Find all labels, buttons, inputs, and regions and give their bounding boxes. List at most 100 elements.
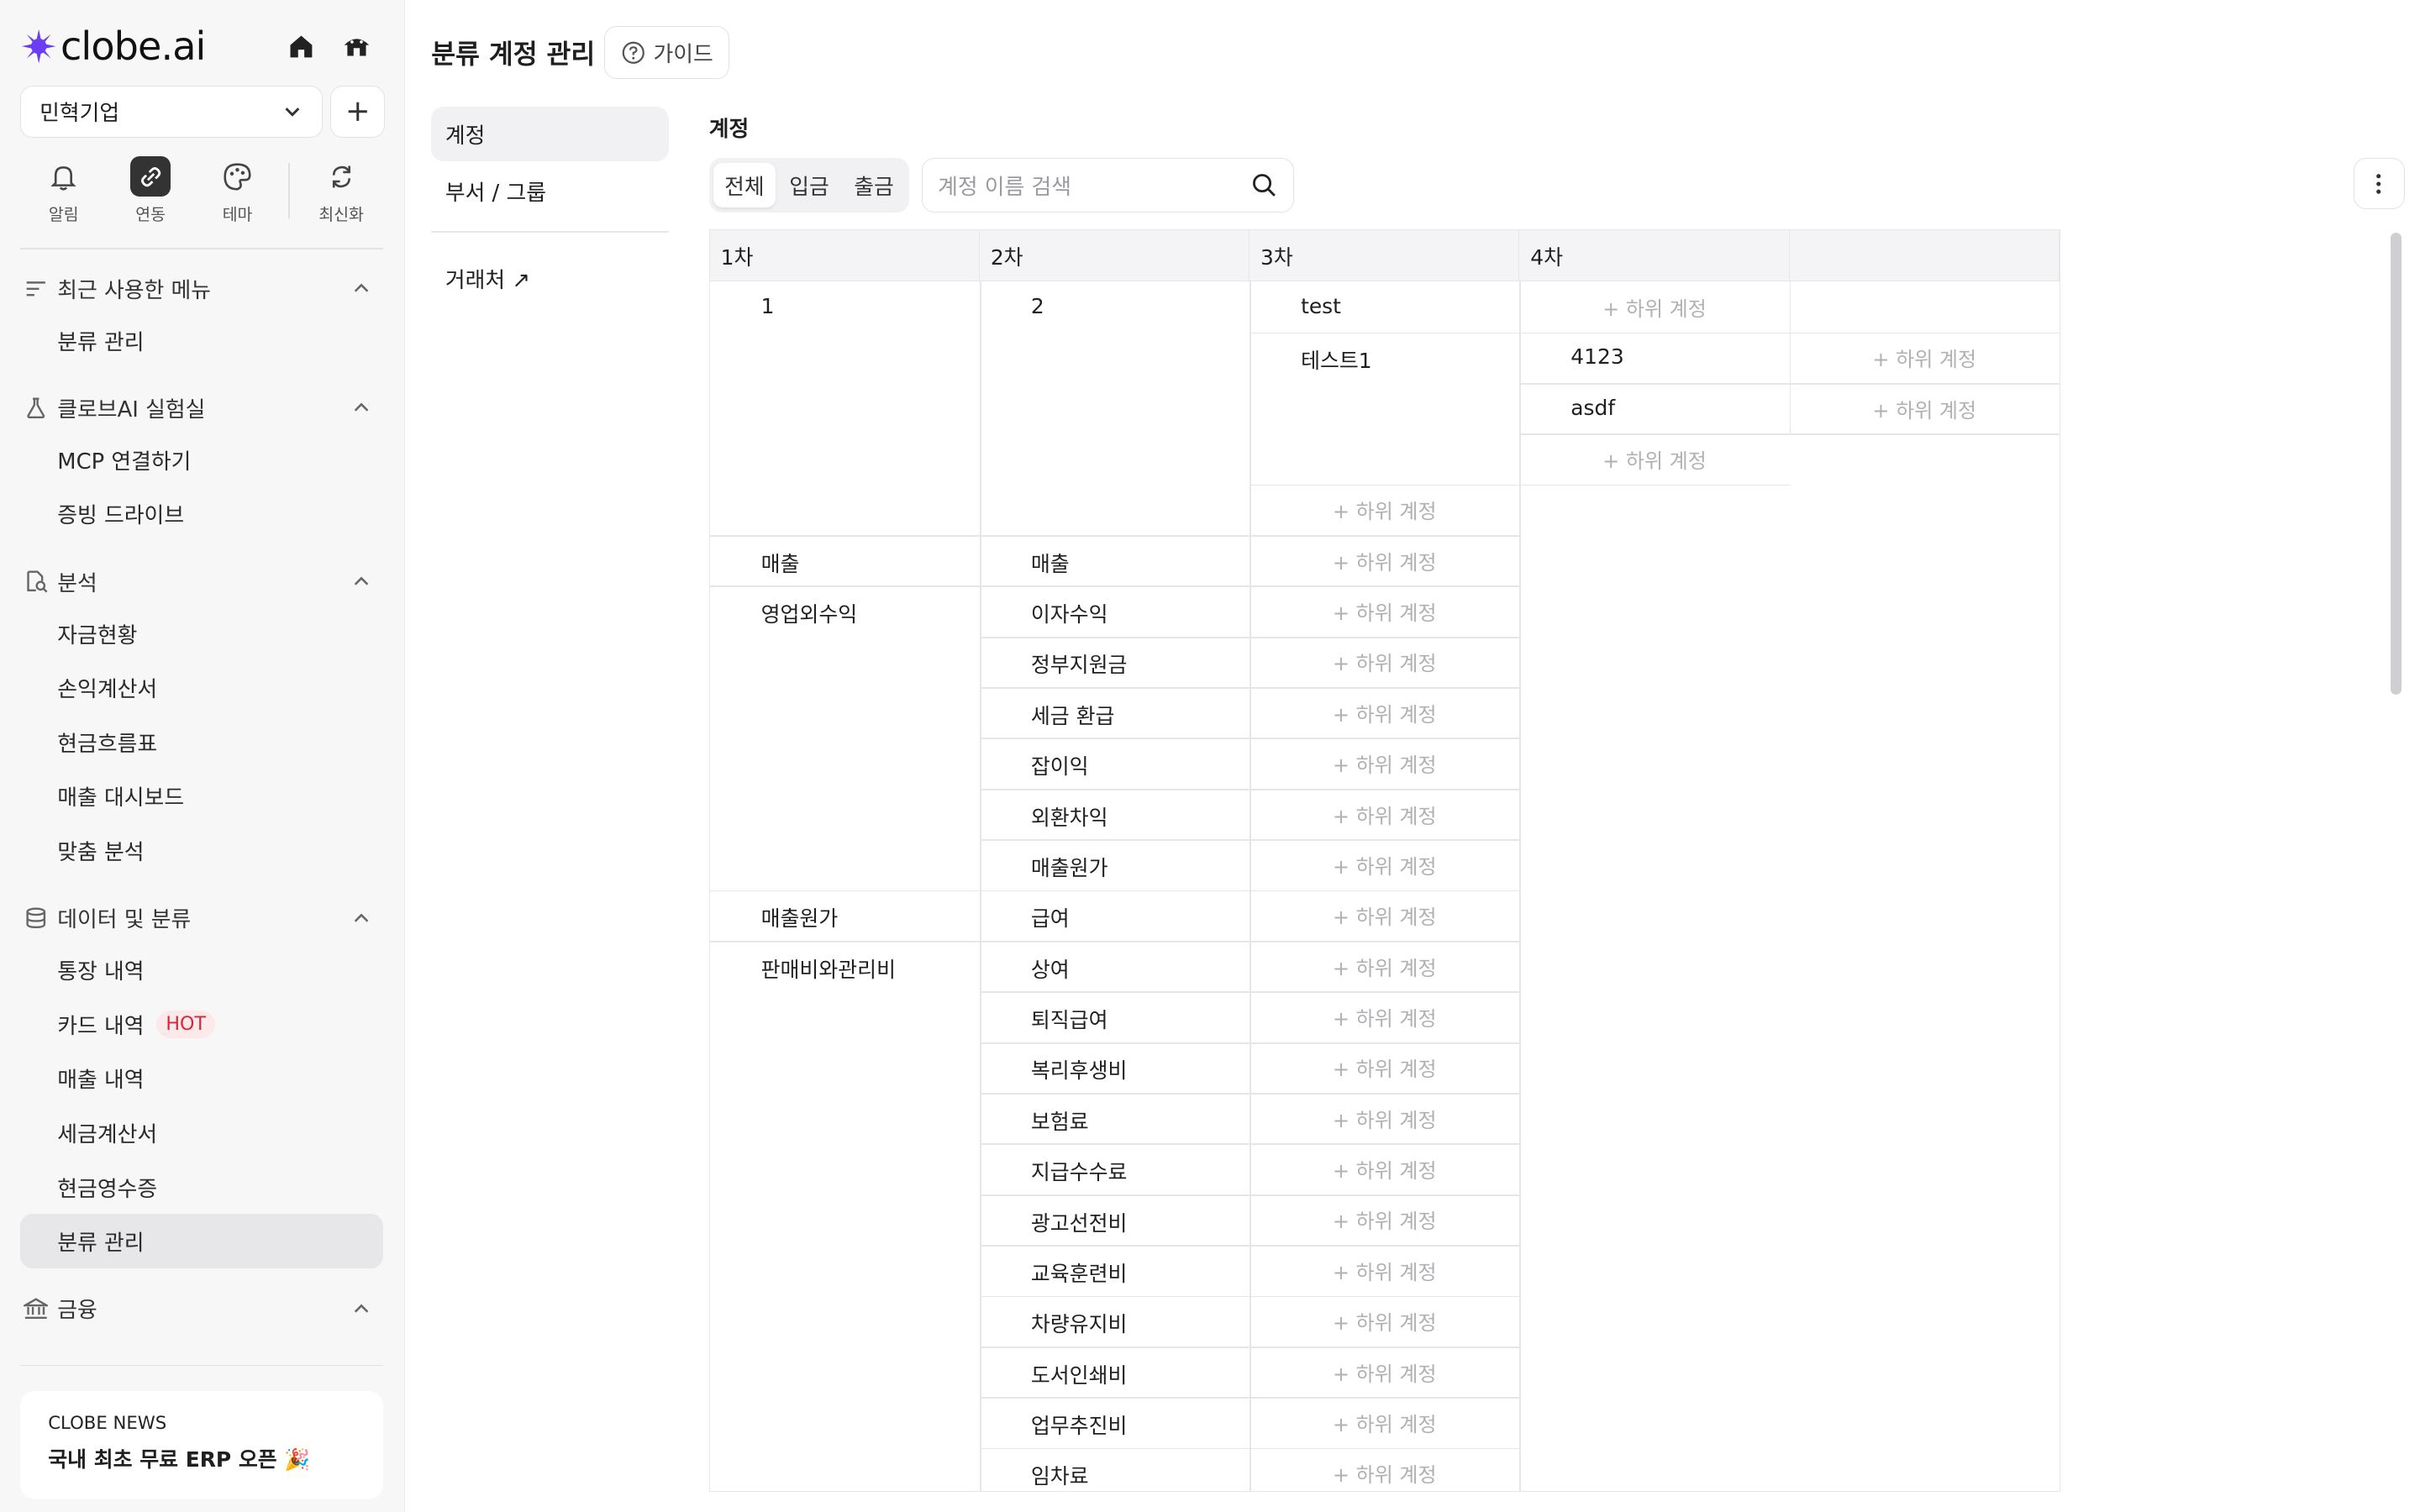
store-icon[interactable] [341, 31, 372, 62]
sidebar-item-bank[interactable]: 통장 내역 [20, 942, 383, 997]
add-sub-account-button[interactable]: + 하위 계정 [1249, 1093, 1519, 1143]
sidebar-item-evidence-drive[interactable]: 증빙 드라이브 [20, 487, 383, 542]
account-l2[interactable]: 복리후생비 [1031, 1042, 1239, 1093]
org-select[interactable]: 민혁기업 [20, 85, 323, 139]
subnav-accounts[interactable]: 계정 [431, 107, 669, 161]
add-sub-account-button[interactable]: + 하위 계정 [1790, 383, 2060, 433]
header-level-1: 1차 [710, 230, 980, 282]
account-l2[interactable]: 지급수수료 [1031, 1143, 1239, 1194]
add-sub-account-button[interactable]: + 하위 계정 [1249, 1448, 1519, 1491]
search-input[interactable]: 계정 이름 검색 [921, 158, 1294, 213]
sidebar-item-card[interactable]: 카드 내역 HOT [20, 997, 383, 1052]
quick-link[interactable]: 연동 [107, 156, 193, 224]
quick-theme[interactable]: 테마 [194, 156, 281, 224]
section-analysis[interactable]: 분석 [20, 557, 383, 606]
clobe-logo-icon [21, 29, 56, 64]
add-sub-account-button[interactable]: + 하위 계정 [1249, 991, 1519, 1042]
filter-expense[interactable]: 출금 [843, 163, 904, 208]
page-title: 분류 계정 관리 [431, 39, 596, 71]
add-sub-account-button[interactable]: + 하위 계정 [1249, 637, 1519, 687]
subnav-departments[interactable]: 부서 / 그룹 [431, 165, 668, 219]
account-l2[interactable]: 잡이익 [1031, 738, 1239, 788]
news-card[interactable]: CLOBE NEWS 국내 최초 무료 ERP 오픈 🎉 [20, 1391, 383, 1500]
account-l1[interactable]: 판매비와관리비 [761, 941, 969, 991]
account-l4[interactable]: 4123 [1570, 333, 1778, 383]
add-sub-account-button[interactable]: + 하위 계정 [1249, 585, 1519, 636]
add-org-button[interactable] [330, 85, 385, 139]
sidebar-item-cash-status[interactable]: 자금현황 [20, 606, 383, 661]
quick-refresh[interactable]: 최신화 [297, 156, 384, 224]
account-l2[interactable]: 2 [1031, 281, 1239, 332]
account-l1[interactable]: 매출 [761, 535, 969, 585]
subnav-vendors[interactable]: 거래처 ↗ [431, 251, 668, 306]
add-sub-account-button[interactable]: + 하위 계정 [1249, 1347, 1519, 1397]
account-l2[interactable]: 임차료 [1031, 1448, 1239, 1491]
account-l1[interactable]: 영업외수익 [761, 585, 969, 636]
add-sub-account-button[interactable]: + 하위 계정 [1249, 1194, 1519, 1245]
add-sub-account-button[interactable]: + 하위 계정 [1249, 1245, 1519, 1295]
section-data[interactable]: 데이터 및 분류 [20, 893, 383, 942]
add-sub-account-button[interactable]: + 하위 계정 [1249, 687, 1519, 738]
account-l2[interactable]: 정부지원금 [1031, 637, 1239, 687]
account-l2[interactable]: 외환차익 [1031, 789, 1239, 839]
account-l1[interactable]: 1 [761, 281, 969, 332]
add-sub-account-button[interactable]: + 하위 계정 [1519, 281, 1789, 332]
account-l2[interactable]: 업무추진비 [1031, 1397, 1239, 1447]
guide-button[interactable]: 가이드 [604, 26, 730, 80]
sidebar-item-cash-flow[interactable]: 현금흐름표 [20, 715, 383, 769]
add-sub-account-button[interactable]: + 하위 계정 [1249, 738, 1519, 788]
quick-theme-label: 테마 [222, 204, 253, 224]
quick-alert[interactable]: 알림 [20, 156, 107, 224]
sidebar-item-classification[interactable]: 분류 관리 [20, 1214, 383, 1268]
sidebar-item-sales[interactable]: 매출 내역 [20, 1052, 383, 1106]
add-sub-account-button[interactable]: + 하위 계정 [1249, 1397, 1519, 1447]
sidebar-nav: 최근 사용한 메뉴 분류 관리 클로브AI 실험실 MCP 연결하기 증빙 드라… [20, 264, 383, 1334]
guide-button-label: 가이드 [653, 42, 713, 68]
account-l2[interactable]: 차량유지비 [1031, 1296, 1239, 1347]
account-l4[interactable]: asdf [1570, 383, 1778, 433]
add-sub-account-button[interactable]: + 하위 계정 [1249, 890, 1519, 941]
sidebar-item-cash-receipt[interactable]: 현금영수증 [20, 1160, 383, 1215]
account-l3[interactable]: 테스트1 [1301, 333, 1508, 383]
more-button[interactable] [2353, 158, 2405, 210]
add-sub-account-button[interactable]: + 하위 계정 [1249, 789, 1519, 839]
add-sub-account-button[interactable]: + 하위 계정 [1249, 535, 1519, 585]
add-sub-account-button[interactable]: + 하위 계정 [1519, 433, 1789, 484]
account-l1[interactable]: 매출원가 [761, 890, 969, 941]
filter-all[interactable]: 전체 [713, 162, 776, 208]
account-l2[interactable]: 도서인쇄비 [1031, 1347, 1239, 1397]
home-icon[interactable] [286, 31, 317, 62]
account-l2[interactable]: 매출원가 [1031, 839, 1239, 890]
account-l2[interactable]: 보험료 [1031, 1093, 1239, 1143]
sidebar-item-custom-analysis[interactable]: 맞춤 분석 [20, 823, 383, 878]
account-l2[interactable]: 매출 [1031, 535, 1239, 585]
add-sub-account-button[interactable]: + 하위 계정 [1249, 1143, 1519, 1194]
account-l2[interactable]: 급여 [1031, 890, 1239, 941]
add-sub-account-button[interactable]: + 하위 계정 [1249, 839, 1519, 890]
section-lab[interactable]: 클로브AI 실험실 [20, 383, 383, 433]
section-finance[interactable]: 금융 [20, 1284, 383, 1333]
add-sub-account-button[interactable]: + 하위 계정 [1249, 1042, 1519, 1093]
sidebar-item-sales-dashboard[interactable]: 매출 대시보드 [20, 769, 383, 824]
sidebar-divider [20, 248, 383, 250]
account-l2[interactable]: 퇴직급여 [1031, 991, 1239, 1042]
add-sub-account-button[interactable]: + 하위 계정 [1249, 941, 1519, 991]
sidebar-item-tax-invoice[interactable]: 세금계산서 [20, 1105, 383, 1160]
account-l3[interactable]: test [1301, 281, 1508, 332]
filter-income[interactable]: 입금 [778, 163, 839, 208]
scrollbar[interactable] [2390, 232, 2402, 696]
add-sub-account-button[interactable]: + 하위 계정 [1790, 333, 2060, 383]
account-l2[interactable]: 세금 환급 [1031, 687, 1239, 738]
account-l2[interactable]: 상여 [1031, 941, 1239, 991]
account-l2[interactable]: 이자수익 [1031, 585, 1239, 636]
add-sub-account-button[interactable]: + 하위 계정 [1249, 485, 1519, 535]
palette-icon [224, 163, 251, 191]
account-l2[interactable]: 교육훈련비 [1031, 1245, 1239, 1295]
sidebar-item-recent-classification[interactable]: 분류 관리 [20, 313, 383, 368]
sidebar-item-mcp[interactable]: MCP 연결하기 [20, 433, 383, 487]
account-l2[interactable]: 광고선전비 [1031, 1194, 1239, 1245]
sidebar-item-income-statement[interactable]: 손익계산서 [20, 660, 383, 715]
section-recent[interactable]: 최근 사용한 메뉴 [20, 264, 383, 313]
search-icon[interactable] [1251, 172, 1277, 198]
add-sub-account-button[interactable]: + 하위 계정 [1249, 1296, 1519, 1347]
